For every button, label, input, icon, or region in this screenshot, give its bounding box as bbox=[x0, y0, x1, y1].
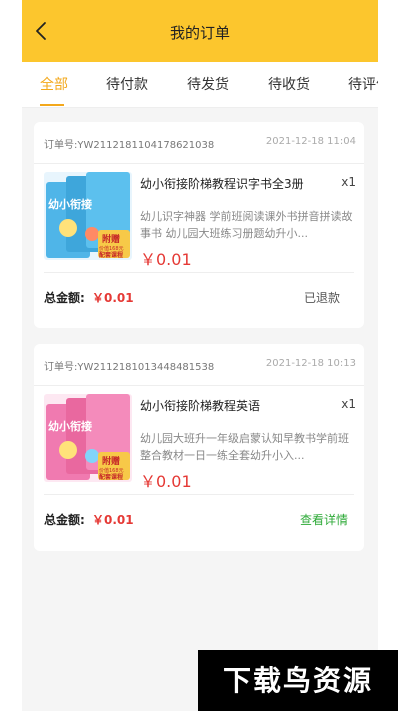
view-details-button[interactable]: 查看详情 bbox=[300, 511, 348, 528]
product-name[interactable]: 幼小衔接阶梯教程识字书全3册 bbox=[140, 175, 330, 192]
divider bbox=[44, 272, 354, 273]
order-number: 订单号:YW2112181013448481538 bbox=[44, 362, 215, 373]
chevron-left-icon[interactable] bbox=[30, 20, 52, 42]
book-cover-art: 幼小衔接 附赠 价值168元 配套课程 bbox=[48, 197, 130, 259]
product-name[interactable]: 幼小衔接阶梯教程英语 bbox=[140, 397, 330, 414]
total-amount: ￥0.01 bbox=[92, 513, 134, 527]
total-label: 总金额: bbox=[44, 513, 85, 527]
cover-title-text: 幼小衔接 bbox=[48, 419, 92, 433]
total-amount: ￥0.01 bbox=[92, 291, 134, 305]
course-text: 配套课程 bbox=[99, 251, 123, 259]
total-label: 总金额: bbox=[44, 291, 85, 305]
course-text: 配套课程 bbox=[99, 473, 123, 481]
page-title: 我的订单 bbox=[169, 24, 230, 42]
order-card[interactable]: 订单号:YW2112181104178621038 2021-12-18 11:… bbox=[34, 122, 364, 328]
order-status: 已退款 bbox=[303, 291, 340, 305]
badge-text: 附赠 bbox=[102, 233, 120, 245]
order-number: 订单号:YW2112181104178621038 bbox=[44, 140, 215, 151]
product-quantity: x1 bbox=[341, 175, 356, 189]
tab-pending-shipment[interactable]: 待发货 bbox=[187, 74, 229, 94]
product-thumbnail[interactable]: 幼小衔接 附赠 价值168元 配套课程 bbox=[44, 172, 132, 260]
order-card[interactable]: 订单号:YW2112181013448481538 2021-12-18 10:… bbox=[34, 344, 364, 551]
book-cover-art: 幼小衔接 附赠 价值168元 配套课程 bbox=[48, 419, 130, 481]
product-price: ￥0.01 bbox=[140, 250, 192, 269]
order-date: 2021-12-18 10:13 bbox=[265, 358, 356, 369]
product-thumbnail[interactable]: 幼小衔接 附赠 价值168元 配套课程 bbox=[44, 394, 132, 482]
tab-pending-payment[interactable]: 待付款 bbox=[106, 74, 148, 94]
cover-title-text: 幼小衔接 bbox=[48, 197, 92, 211]
product-description: 幼儿园大班升一年级启蒙认知早教书学前班整合教材一日一练全套幼升小入... bbox=[140, 432, 349, 462]
badge-text: 附赠 bbox=[102, 455, 120, 467]
price-tag-text: 价值168元 bbox=[99, 467, 124, 474]
order-date: 2021-12-18 11:04 bbox=[265, 136, 356, 147]
tab-pending-receipt[interactable]: 待收货 bbox=[268, 74, 310, 94]
order-header: 订单号:YW2112181104178621038 2021-12-18 11:… bbox=[34, 122, 364, 164]
tab-all[interactable]: 全部 bbox=[40, 74, 68, 94]
app-screen: 我的订单 全部 待付款 待发货 待收货 待评价 订单号:YW2112181104… bbox=[22, 0, 378, 711]
divider bbox=[44, 494, 354, 495]
order-tabs: 全部 待付款 待发货 待收货 待评价 bbox=[22, 62, 378, 108]
product-quantity: x1 bbox=[341, 397, 356, 411]
product-price: ￥0.01 bbox=[140, 472, 192, 491]
order-header: 订单号:YW2112181013448481538 2021-12-18 10:… bbox=[34, 344, 364, 386]
tab-pending-review[interactable]: 待评价 bbox=[348, 74, 378, 94]
header-bar: 我的订单 bbox=[22, 0, 378, 62]
active-tab-indicator bbox=[40, 104, 64, 106]
price-tag-text: 价值168元 bbox=[99, 245, 124, 252]
product-description: 幼儿识字神器 学前班阅读课外书拼音拼读故事书 幼儿园大班练习册题幼升小... bbox=[140, 210, 353, 240]
watermark-logo: 下载鸟资源 bbox=[198, 650, 398, 711]
